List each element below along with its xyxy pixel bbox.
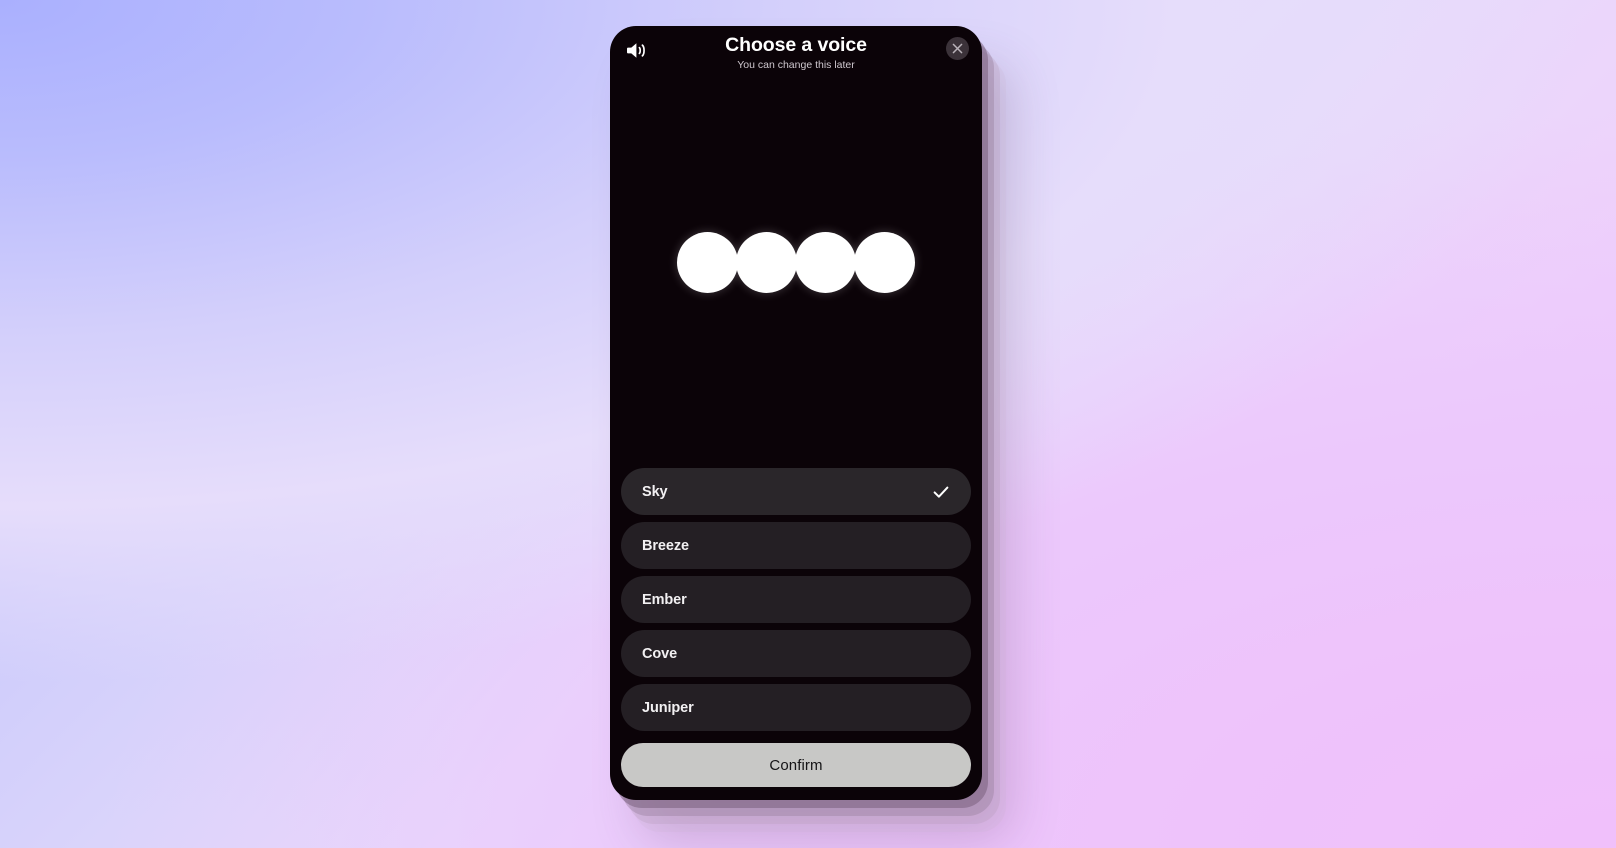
page-subtitle: You can change this later [737,59,855,71]
dialog-title-block: Choose a voice You can change this later [725,32,867,72]
phone-screen: Choose a voice You can change this later [610,26,982,800]
voice-option-juniper[interactable]: Juniper [621,684,971,731]
dialog-footer: Confirm [610,731,982,800]
voice-option-cove[interactable]: Cove [621,630,971,677]
voice-orb-group [677,231,915,293]
voice-orb [736,231,797,293]
voice-option-breeze[interactable]: Breeze [621,522,971,569]
phone-device: Choose a voice You can change this later [610,26,982,800]
voice-visualizer-stage [610,78,982,468]
voice-orb [795,231,856,293]
voice-orb [677,231,738,293]
voice-option-label: Breeze [642,537,689,554]
voice-option-ember[interactable]: Ember [621,576,971,623]
voice-option-label: Sky [642,483,668,500]
page-title: Choose a voice [725,34,867,56]
close-button[interactable] [946,37,969,60]
check-icon [932,483,950,501]
voice-list: Sky Breeze Ember Cove Juniper [610,468,982,731]
confirm-button[interactable]: Confirm [621,743,971,787]
dialog-header: Choose a voice You can change this later [610,26,982,78]
voice-option-label: Ember [642,591,687,608]
voice-option-label: Cove [642,645,678,662]
close-x-icon [952,43,963,54]
voice-option-sky[interactable]: Sky [621,468,971,515]
voice-option-label: Juniper [642,699,694,716]
voice-orb [854,231,915,293]
speaker-wave-icon[interactable] [622,36,652,64]
